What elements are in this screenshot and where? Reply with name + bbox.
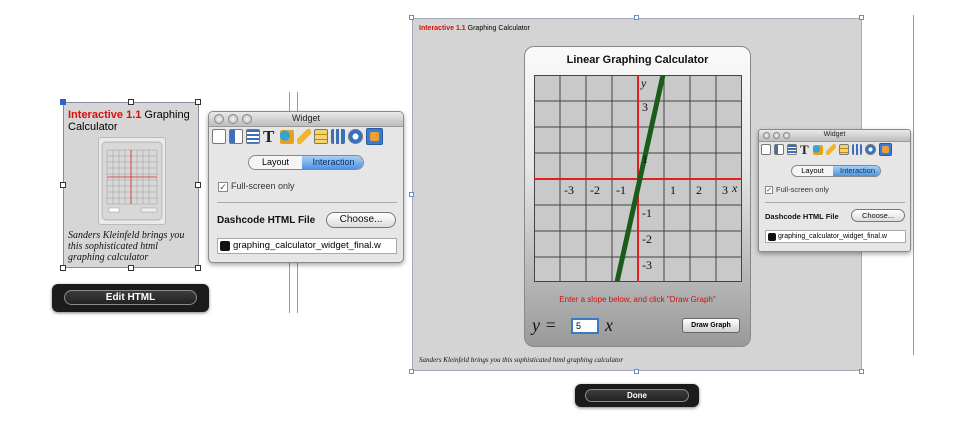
file-name-field: graphing_calculator_widget_final.w: [765, 230, 906, 243]
divider: [217, 202, 397, 203]
pencil-icon[interactable]: [297, 129, 311, 144]
file-name: graphing_calculator_widget_final.w: [233, 240, 381, 251]
draw-graph-button[interactable]: Draw Graph: [682, 318, 740, 333]
widget-inspector: Widget T Layout Interaction ✓ Full-scree…: [208, 111, 404, 263]
tab-interaction[interactable]: Interaction: [302, 156, 363, 169]
resize-handle[interactable]: [859, 369, 864, 374]
slope-prompt: Enter a slope below, and click "Draw Gra…: [559, 295, 716, 304]
y-tick-label: -3: [642, 258, 652, 272]
fullscreen-checkbox[interactable]: ✓: [218, 182, 228, 192]
layout-interaction-tabs: Layout Interaction: [248, 155, 364, 170]
x-tick-label: 3: [722, 183, 728, 197]
file-icon: [768, 233, 776, 241]
inspector-toolbar: T: [209, 127, 403, 147]
resize-handle[interactable]: [409, 369, 414, 374]
equation-variable: x: [605, 315, 613, 335]
widget-icon[interactable]: [366, 128, 383, 145]
resize-handle[interactable]: [195, 182, 201, 188]
file-name: graphing_calculator_widget_final.w: [778, 233, 887, 240]
resize-handle[interactable]: [128, 265, 134, 271]
inspector-title: Widget: [291, 113, 320, 123]
resize-handle[interactable]: [60, 182, 66, 188]
file-name-field: graphing_calculator_widget_final.w: [217, 238, 397, 254]
pencil-icon[interactable]: [826, 144, 836, 155]
inspector-titlebar[interactable]: Widget: [209, 112, 403, 127]
text-icon[interactable]: T: [800, 142, 809, 158]
widget-icon[interactable]: [879, 143, 892, 156]
shapes-icon[interactable]: [280, 130, 294, 144]
tab-interaction[interactable]: Interaction: [833, 166, 880, 176]
resize-handle[interactable]: [60, 265, 66, 271]
equation-lhs: y =: [532, 315, 557, 335]
widget-caption: Sanders Kleinfeld brings you this sophis…: [68, 230, 185, 263]
resize-handle[interactable]: [409, 15, 414, 20]
fullscreen-label: Full-screen only: [776, 185, 829, 194]
canvas-caption: Sanders Kleinfeld brings you this sophis…: [419, 356, 624, 364]
resize-handle[interactable]: [60, 99, 66, 105]
selected-widget[interactable]: Interactive 1.1 Graphing Calculator Sand…: [63, 102, 199, 268]
chart-icon[interactable]: [852, 144, 862, 155]
x-tick-label: -3: [564, 183, 574, 197]
y-axis-label: y: [640, 76, 647, 90]
y-tick-label: 3: [642, 100, 648, 114]
quicktime-icon[interactable]: [348, 129, 363, 144]
file-icon: [220, 241, 230, 251]
list-icon[interactable]: [246, 129, 260, 144]
resize-handle[interactable]: [128, 99, 134, 105]
fullscreen-label: Full-screen only: [231, 181, 295, 191]
calculator-thumbnail: [98, 137, 166, 225]
fullscreen-checkbox[interactable]: ✓: [765, 186, 773, 194]
calculator-title: Linear Graphing Calculator: [566, 54, 709, 66]
resize-handle[interactable]: [634, 369, 639, 374]
inspector-titlebar[interactable]: Widget: [759, 130, 910, 142]
x-tick-label: -1: [616, 183, 626, 197]
column-icon[interactable]: [774, 144, 784, 155]
table-icon[interactable]: [314, 129, 328, 144]
list-icon[interactable]: [787, 144, 797, 155]
table-icon[interactable]: [839, 144, 849, 155]
done-hud: Done: [575, 384, 699, 407]
quicktime-icon[interactable]: [865, 144, 876, 155]
edit-html-button[interactable]: Edit HTML: [64, 290, 197, 305]
canvas-title: Interactive 1.1 Graphing Calculator: [419, 25, 530, 32]
x-tick-label: 2: [696, 183, 702, 197]
y-tick-label: -2: [642, 232, 652, 246]
file-section-label: Dashcode HTML File: [217, 215, 316, 226]
column-icon[interactable]: [229, 129, 243, 144]
document-icon[interactable]: [212, 129, 226, 144]
text-icon[interactable]: T: [263, 127, 277, 146]
layout-interaction-tabs: Layout Interaction: [791, 165, 881, 177]
slope-input[interactable]: 5: [571, 318, 599, 334]
x-tick-label: -2: [590, 183, 600, 197]
resize-handle[interactable]: [859, 15, 864, 20]
y-tick-label: -1: [642, 206, 652, 220]
resize-handle[interactable]: [195, 265, 201, 271]
shapes-icon[interactable]: [813, 145, 823, 155]
divider: [765, 202, 905, 203]
graph-area: -3 -2 -1 1 2 3 x y 3 1 -1 -2 -3: [534, 75, 742, 282]
x-tick-label: 1: [670, 183, 676, 197]
inspector-toolbar: T: [759, 142, 910, 158]
inspector-title: Widget: [823, 131, 846, 138]
graphing-calculator: Linear Graphing Calculator -3 -2 -1 1 2 …: [524, 46, 751, 347]
choose-button[interactable]: Choose...: [851, 209, 905, 222]
resize-handle[interactable]: [195, 99, 201, 105]
widget-inspector-small: Widget T Layout Interaction ✓ Full-scree…: [758, 129, 911, 252]
resize-handle[interactable]: [409, 192, 414, 197]
y-tick-label: 1: [642, 152, 648, 166]
chart-icon[interactable]: [331, 129, 345, 144]
tab-layout[interactable]: Layout: [792, 166, 833, 176]
document-icon[interactable]: [761, 144, 771, 155]
file-section-label: Dashcode HTML File: [765, 212, 839, 221]
choose-button[interactable]: Choose...: [326, 212, 396, 228]
resize-handle[interactable]: [634, 15, 639, 20]
done-button[interactable]: Done: [585, 389, 689, 402]
guide-line: [913, 15, 914, 355]
tab-layout[interactable]: Layout: [249, 156, 302, 169]
x-axis-label: x: [731, 181, 738, 195]
widget-title: Interactive 1.1 Graphing Calculator: [68, 109, 190, 133]
edit-html-hud: Edit HTML: [52, 284, 209, 312]
